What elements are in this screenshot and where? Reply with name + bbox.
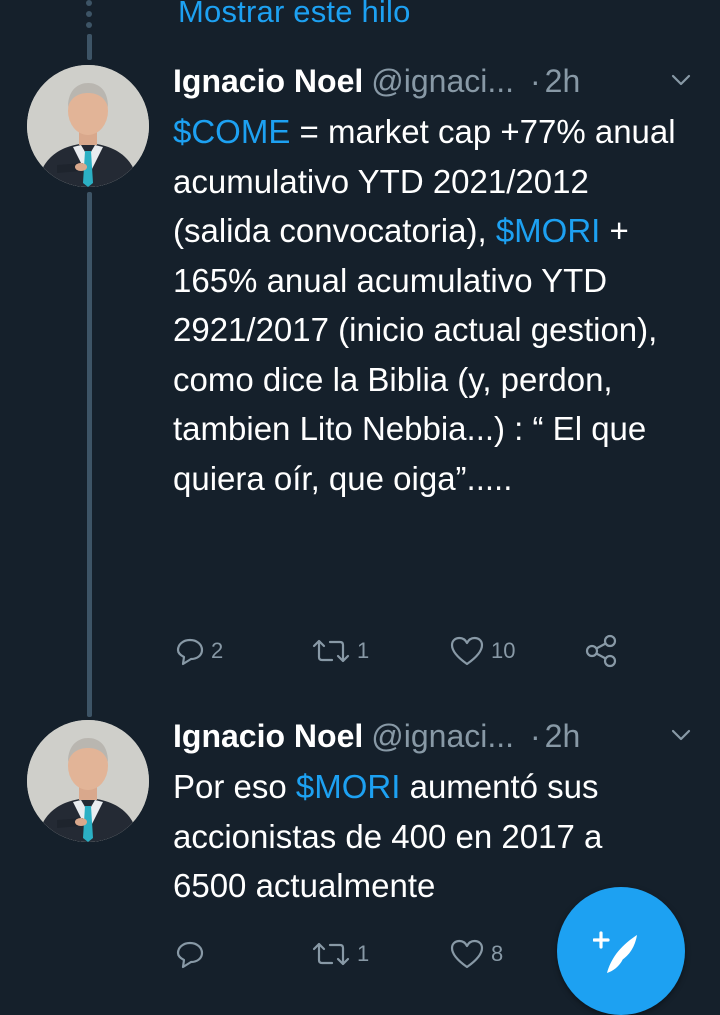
- tweet-time[interactable]: 2h: [545, 718, 581, 754]
- compose-tweet-icon: [593, 931, 637, 973]
- retweet-icon: [312, 942, 350, 966]
- retweet-icon: [312, 639, 350, 663]
- reply-icon: [176, 638, 204, 666]
- tweet-header: Ignacio Noel @ignaci... · 2h: [173, 57, 700, 105]
- share-button[interactable]: [583, 631, 625, 671]
- retweet-count: 1: [357, 638, 370, 663]
- tweet-actions: 2 1 10: [173, 631, 643, 671]
- avatar[interactable]: [27, 65, 149, 187]
- show-thread-link[interactable]: Mostrar este hilo: [178, 0, 411, 30]
- tweet-header: Ignacio Noel @ignaci... · 2h: [173, 712, 700, 760]
- compose-tweet-button[interactable]: [557, 887, 685, 1015]
- retweet-button[interactable]: 1: [311, 934, 369, 974]
- author-name[interactable]: Ignacio Noel: [173, 718, 363, 754]
- heart-icon: [450, 636, 484, 666]
- thread-connector-dots: [85, 0, 94, 33]
- tweet-text: Por eso $MORI aumentó sus accionistas de…: [173, 762, 673, 911]
- separator-dot: ·: [530, 718, 541, 754]
- reply-count: 2: [211, 638, 224, 663]
- reply-button[interactable]: [175, 934, 211, 974]
- chevron-down-icon[interactable]: [670, 69, 692, 91]
- avatar-photo: [27, 65, 149, 187]
- heart-icon: [450, 939, 484, 969]
- avatar-photo: [27, 720, 149, 842]
- tweet-text-part: Por eso: [173, 768, 296, 805]
- thread-line-middle: [87, 192, 92, 717]
- author-handle[interactable]: @ignaci...: [371, 63, 514, 99]
- cashtag-link[interactable]: $MORI: [496, 212, 601, 249]
- like-count: 10: [491, 638, 516, 663]
- tweet-text-part: + 165% anual acumulativo YTD 2921/2017 (…: [173, 212, 658, 497]
- author-name[interactable]: Ignacio Noel: [173, 63, 363, 99]
- retweet-count: 1: [357, 941, 370, 966]
- avatar[interactable]: [27, 720, 149, 842]
- tweet[interactable]: Ignacio Noel @ignaci... · 2h Por eso $MORI …: [173, 712, 700, 969]
- tweet-text: $COME = market cap +77% anual acumulativ…: [173, 107, 693, 503]
- thread-line-top: [87, 34, 92, 60]
- separator-dot: ·: [530, 63, 541, 99]
- tweet-time[interactable]: 2h: [545, 63, 581, 99]
- reply-button[interactable]: 2: [175, 631, 223, 671]
- cashtag-link[interactable]: $MORI: [296, 768, 401, 805]
- like-count: 8: [491, 941, 504, 966]
- tweet[interactable]: Ignacio Noel @ignaci... · 2h $COME = market…: [173, 57, 700, 668]
- share-icon: [585, 634, 617, 668]
- like-button[interactable]: 8: [449, 934, 503, 974]
- chevron-down-icon[interactable]: [670, 724, 692, 746]
- retweet-button[interactable]: 1: [311, 631, 369, 671]
- author-handle[interactable]: @ignaci...: [371, 718, 514, 754]
- like-button[interactable]: 10: [449, 631, 515, 671]
- reply-icon: [176, 941, 204, 969]
- cashtag-link[interactable]: $COME: [173, 113, 290, 150]
